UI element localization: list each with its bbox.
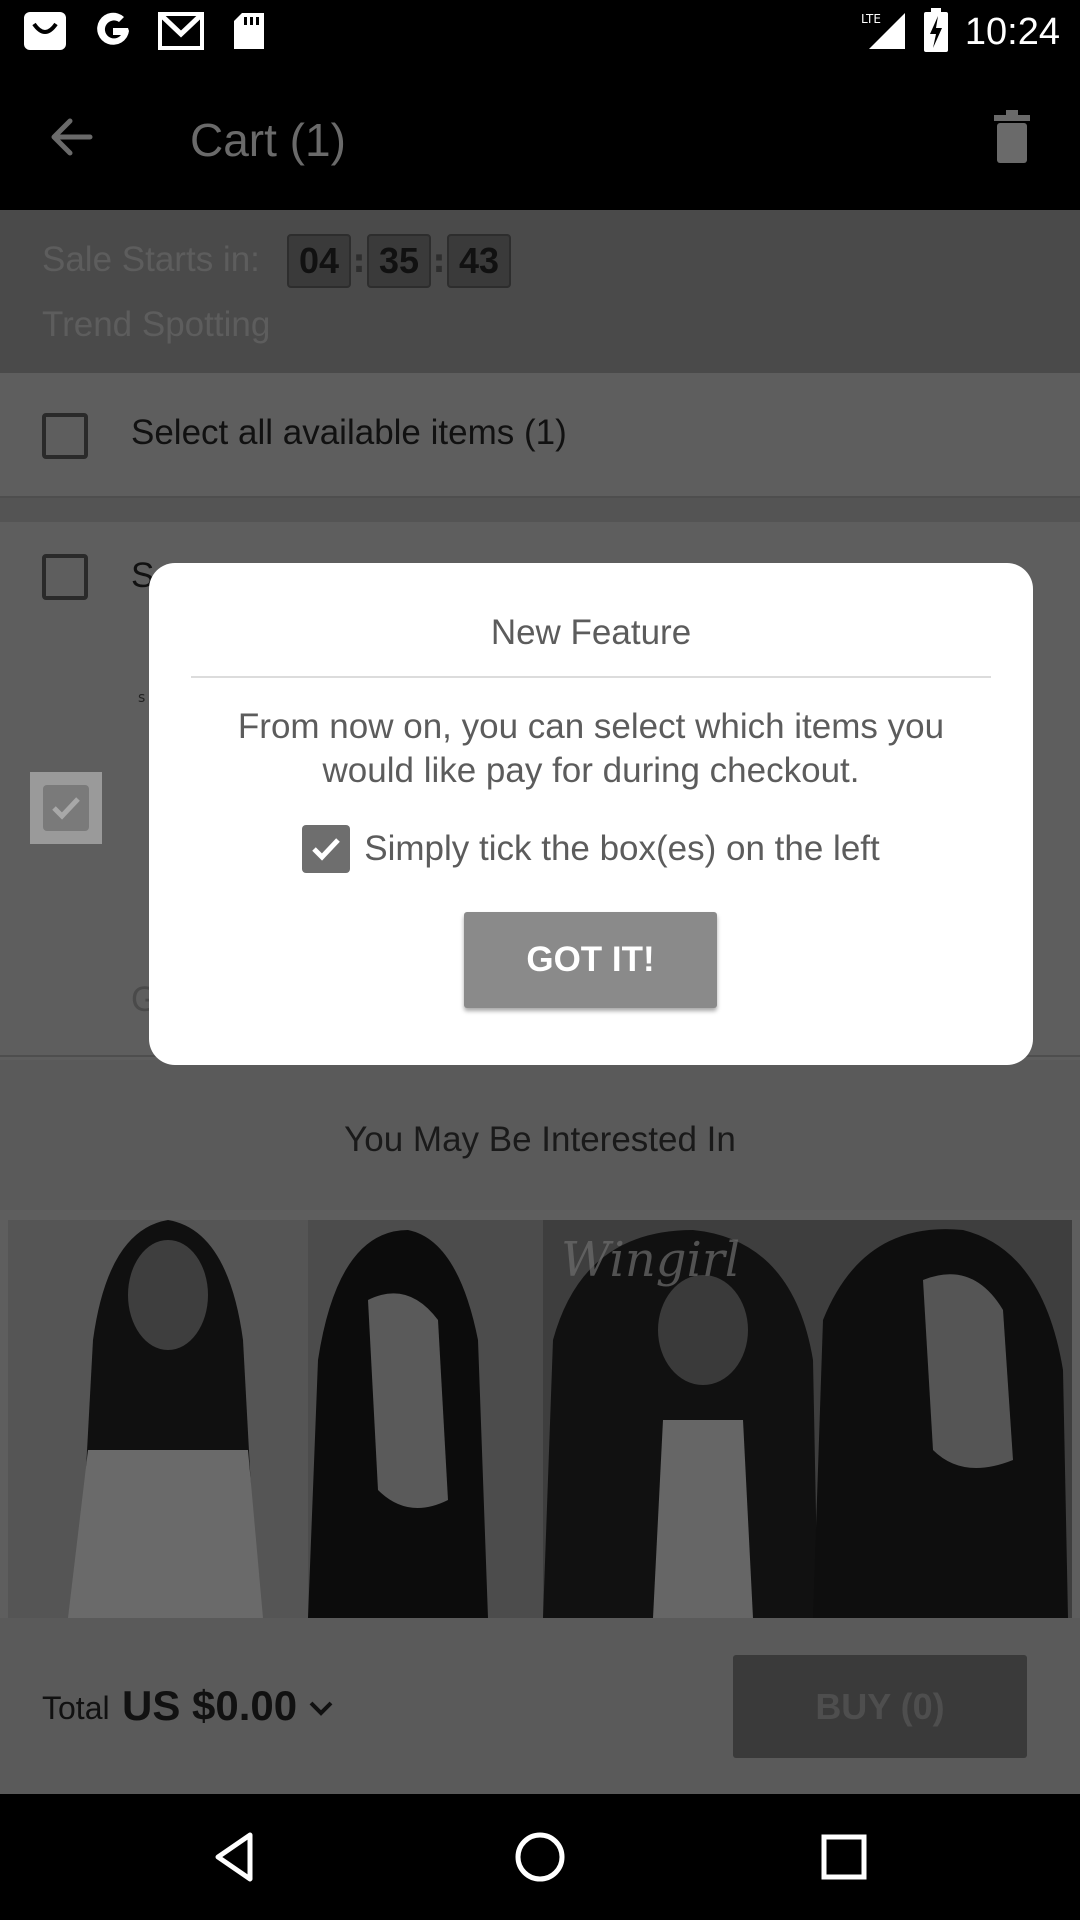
dialog-hint-text: Simply tick the box(es) on the left	[364, 829, 880, 868]
dialog-body: From now on, you can select which items …	[237, 707, 945, 790]
nav-recents-icon[interactable]	[814, 1827, 874, 1887]
total-label: Total	[42, 1690, 110, 1726]
status-left-icons	[22, 10, 272, 52]
sd-card-icon	[226, 10, 272, 52]
product-image[interactable]: Wingirl	[543, 1220, 1072, 1618]
checkout-bar: Total US $0.00 BUY (0)	[0, 1618, 1080, 1794]
google-icon	[90, 10, 136, 52]
dialog-title: New Feature	[490, 613, 692, 652]
select-all-label: Select all available items (1)	[131, 413, 567, 452]
battery-charging-icon	[923, 8, 949, 56]
page-title: Cart (1)	[190, 114, 346, 166]
product-image[interactable]	[8, 1220, 543, 1618]
store-checkbox[interactable]	[42, 554, 88, 600]
countdown-seconds: 43	[447, 234, 511, 288]
sale-banner[interactable]: Sale Starts in: 04 : 35 : 43 Trend Spott…	[0, 210, 1080, 373]
checkbox-checked-icon	[302, 825, 351, 873]
select-all-checkbox[interactable]	[42, 413, 88, 459]
check-icon	[52, 797, 80, 820]
sale-countdown: 04 : 35 : 43	[287, 234, 511, 288]
total-value[interactable]: US $0.00	[122, 1682, 297, 1730]
recommendations-title: You May Be Interested In	[344, 1120, 736, 1159]
select-all-row[interactable]: Select all available items (1)	[0, 373, 1080, 498]
item-thumbnail: s	[138, 690, 146, 706]
new-feature-dialog: New Feature From now on, you can select …	[149, 563, 1033, 1065]
countdown-separator: :	[432, 242, 446, 280]
recommendations-grid: Wingirl	[8, 1220, 1072, 1618]
countdown-hours: 04	[287, 234, 351, 288]
status-right: LTE 10:24	[861, 8, 1060, 56]
sale-label: Sale Starts in:	[42, 240, 260, 279]
chevron-down-icon[interactable]	[305, 1692, 337, 1724]
countdown-separator: :	[352, 242, 366, 280]
recommendations-header: You May Be Interested In	[0, 1060, 1080, 1210]
lte-signal-icon: LTE	[861, 9, 907, 55]
item-checkbox-box	[43, 785, 89, 831]
sale-subtitle: Trend Spotting	[42, 305, 271, 344]
buy-button[interactable]: BUY (0)	[733, 1655, 1027, 1758]
got-it-button[interactable]: GOT IT!	[464, 912, 717, 1008]
nav-home-icon[interactable]	[510, 1827, 570, 1887]
trash-icon[interactable]	[982, 107, 1042, 167]
brand-watermark: Wingirl	[561, 1232, 741, 1288]
section-divider	[0, 498, 1080, 522]
shopping-bag-icon	[22, 10, 68, 52]
status-time: 10:24	[964, 10, 1060, 53]
gmail-icon	[158, 10, 204, 52]
nav-back-icon[interactable]	[206, 1827, 266, 1887]
back-arrow-icon[interactable]	[44, 109, 100, 165]
countdown-minutes: 35	[367, 234, 431, 288]
dialog-divider	[191, 676, 991, 678]
svg-text:LTE: LTE	[861, 12, 881, 26]
system-nav-bar	[0, 1794, 1080, 1920]
app-bar: Cart (1)	[0, 63, 1080, 210]
dialog-hint: Simply tick the box(es) on the left	[149, 825, 1033, 873]
item-checkbox[interactable]	[30, 772, 102, 844]
status-bar: LTE 10:24	[0, 0, 1080, 63]
